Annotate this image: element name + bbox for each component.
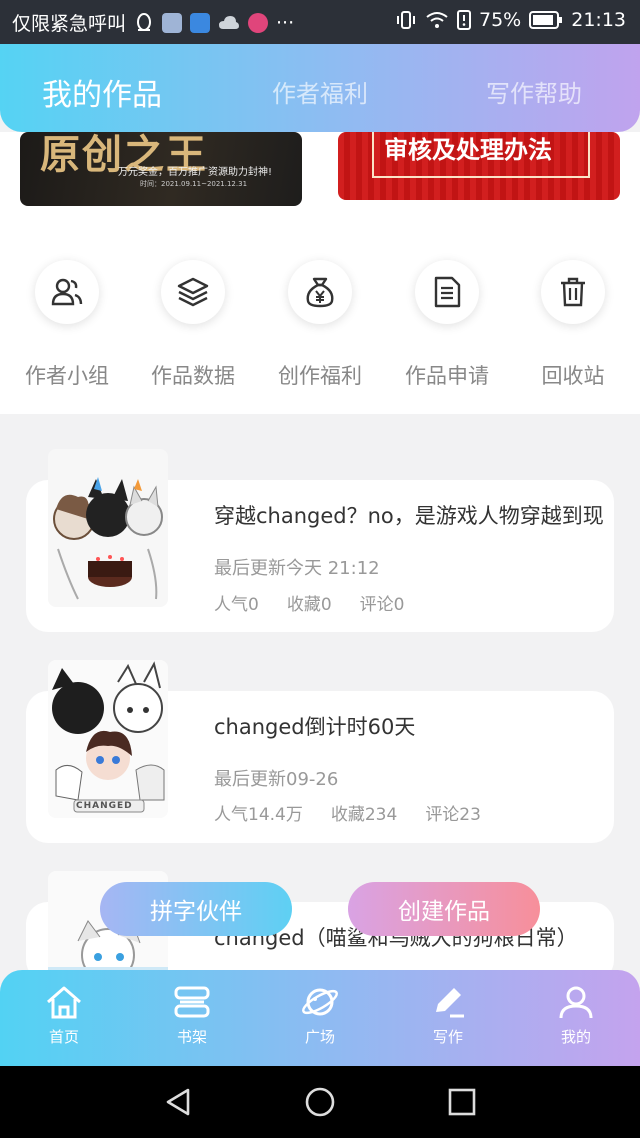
qq-icon xyxy=(137,12,152,31)
popularity: 人气14.4万 xyxy=(214,805,303,825)
app-icon xyxy=(162,12,183,33)
status-bar: 仅限紧急呼叫 ··· 75% 21:13 xyxy=(0,0,640,44)
tab-author-benefits[interactable]: 作者福利 xyxy=(272,74,368,109)
quick-entry-label: 作品数据 xyxy=(151,364,235,388)
sim-icon xyxy=(457,10,471,30)
create-work-button[interactable]: 创建作品 xyxy=(348,882,540,936)
document-icon xyxy=(434,276,461,308)
cover-caption: CHANGED xyxy=(76,801,133,811)
cloud-icon xyxy=(219,15,240,29)
wifi-icon xyxy=(426,12,448,28)
trash-icon xyxy=(561,277,585,307)
popularity: 人气0 xyxy=(214,595,259,615)
battery-percent: 75% xyxy=(479,9,522,31)
banner-dates: 时间：2021.09.11~2021.12.31 xyxy=(140,180,248,188)
quick-entry-label: 作者小组 xyxy=(25,364,109,388)
favorites: 收藏234 xyxy=(330,805,398,825)
cover-illustration xyxy=(48,660,168,818)
comments: 评论0 xyxy=(359,595,405,615)
quick-entry-label: 回收站 xyxy=(541,364,605,388)
work-updated: 最后更新今天 21:12 xyxy=(214,558,380,579)
quick-entry-label: 创作福利 xyxy=(278,364,362,388)
bilibili-icon xyxy=(248,12,269,33)
money-bag-icon xyxy=(306,277,334,308)
banner-subtitle: 万元奖金，百万推广资源助力封神! xyxy=(118,167,273,178)
nav-me[interactable]: 我的 xyxy=(512,984,640,1047)
tab-my-works[interactable]: 我的作品 xyxy=(42,70,162,114)
system-nav-bar xyxy=(0,1066,640,1138)
pen-icon xyxy=(436,988,464,1018)
battery-icon xyxy=(529,11,563,29)
nav-write[interactable]: 写作 xyxy=(384,984,512,1047)
top-tab-bar: 我的作品 作者福利 写作帮助 xyxy=(0,44,640,132)
icon-circle xyxy=(161,260,225,324)
user-icon xyxy=(559,986,593,1019)
nav-plaza[interactable]: 广场 xyxy=(256,984,384,1047)
layers-icon xyxy=(177,277,209,307)
carrier-text: 仅限紧急呼叫 xyxy=(12,13,127,35)
contest-banner[interactable]: 原创之王 万元奖金，百万推广资源助力封神! 时间：2021.09.11~2021… xyxy=(20,132,302,206)
work-title[interactable]: 穿越changed？no，是游戏人物穿越到现 xyxy=(214,500,604,530)
writing-partner-button[interactable]: 拼字伙伴 xyxy=(100,882,292,936)
nav-label: 我的 xyxy=(560,1028,591,1046)
comments: 评论23 xyxy=(425,805,481,825)
nav-label: 写作 xyxy=(432,1028,463,1046)
nav-home[interactable]: 首页 xyxy=(0,984,128,1047)
work-stats: 人气14.4万 收藏234 评论23 xyxy=(214,800,481,825)
bookshelf-icon xyxy=(174,986,210,1018)
work-cover[interactable] xyxy=(48,449,168,607)
recents-icon[interactable] xyxy=(446,1086,478,1118)
work-cover[interactable]: CHANGED xyxy=(48,660,168,818)
bulb-icon xyxy=(190,12,211,33)
work-updated: 最后更新09-26 xyxy=(214,769,339,790)
work-title[interactable]: changed倒计时60天 xyxy=(214,711,415,741)
nav-bookshelf[interactable]: 书架 xyxy=(128,984,256,1047)
icon-circle xyxy=(288,260,352,324)
quick-entry-creation-benefits[interactable]: 创作福利 xyxy=(256,260,384,390)
back-icon[interactable] xyxy=(162,1086,194,1118)
icon-circle xyxy=(541,260,605,324)
favorites: 收藏0 xyxy=(286,595,332,615)
bottom-nav: 首页 书架 广场 写作 我的 xyxy=(0,970,640,1066)
home-circle-icon[interactable] xyxy=(304,1086,336,1118)
nav-label: 广场 xyxy=(304,1028,335,1046)
icon-circle xyxy=(35,260,99,324)
clock: 21:13 xyxy=(571,9,626,31)
author-group-icon xyxy=(51,278,83,306)
cover-illustration xyxy=(53,477,163,600)
more-notifications: ··· xyxy=(276,11,295,34)
quick-entry-label: 作品申请 xyxy=(405,364,489,388)
quick-entry-author-group[interactable]: 作者小组 xyxy=(3,260,131,390)
quick-entry-work-data[interactable]: 作品数据 xyxy=(129,260,257,390)
planet-icon xyxy=(302,988,338,1016)
nav-label: 书架 xyxy=(176,1028,207,1046)
quick-entry-recycle-bin[interactable]: 回收站 xyxy=(509,260,637,390)
policy-banner[interactable]: 审核及处理办法 xyxy=(338,132,620,200)
work-stats: 人气0 收藏0 评论0 xyxy=(214,590,404,615)
quick-entry-work-application[interactable]: 作品申请 xyxy=(383,260,511,390)
banner-headline: 审核及处理办法 xyxy=(384,136,552,164)
home-icon xyxy=(47,986,81,1019)
vibrate-icon xyxy=(397,11,415,29)
nav-label: 首页 xyxy=(48,1028,79,1046)
tab-writing-help[interactable]: 写作帮助 xyxy=(486,74,582,109)
icon-circle xyxy=(415,260,479,324)
